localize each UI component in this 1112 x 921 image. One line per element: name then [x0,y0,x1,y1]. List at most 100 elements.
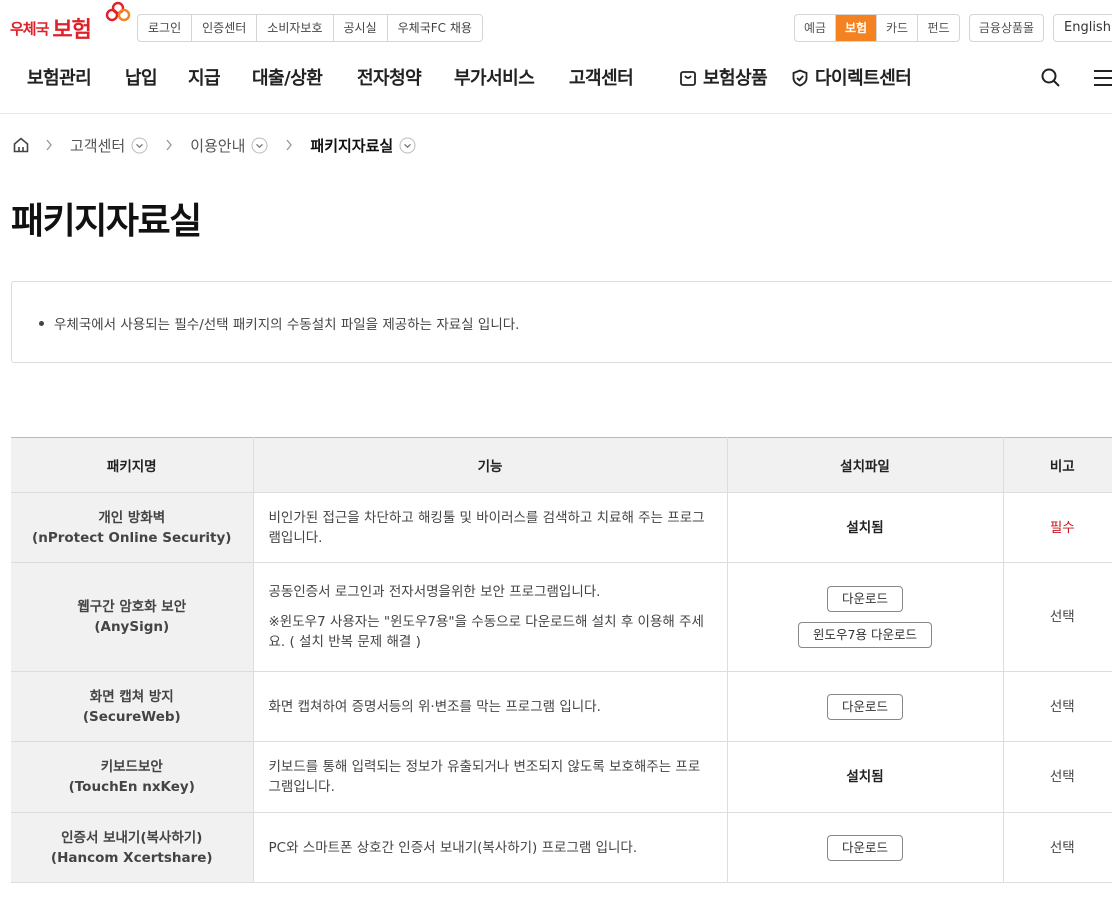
tab-insurance[interactable]: 보험 [836,15,877,41]
download-button[interactable]: 다운로드 [826,693,903,720]
consumer-protection-link[interactable]: 소비자보호 [257,15,334,41]
disclosure-link[interactable]: 공시실 [334,15,388,41]
function-text: 비인가된 접근을 차단하고 해킹툴 및 바이러스를 검색하고 치료해 주는 프로… [268,509,705,546]
page-title: 패키지자료실 [11,201,202,242]
function-text: 화면 캡쳐하여 증명서등의 위·변조를 막는 프로그램 입니다. [268,698,601,715]
header-package-name: 패키지명 [11,437,253,493]
breadcrumb-package-library[interactable]: 패키지자료실 [310,135,416,156]
home-icon[interactable] [12,136,30,154]
package-table: 패키지명 기능 설치파일 비고 개인 방화벽 (nProtect Online … [11,437,1112,883]
function-cell: 비인가된 접근을 차단하고 해킹툴 및 바이러스를 검색하고 치료해 주는 프로… [252,492,727,563]
nav-insurance-management[interactable]: 보험관리 [27,64,92,90]
download-button[interactable]: 다운로드 [826,586,903,612]
function-cell: 키보드를 통해 입력되는 정보가 유출되거나 변조되지 않도록 보호해주는 프로… [252,741,727,813]
login-link[interactable]: 로그인 [138,15,193,41]
financial-products-mall-button[interactable]: 금융상품몰 [969,14,1044,42]
install-cell: 설치됨 [726,741,1003,813]
install-cell: 다운로드 윈도우7용 다운로드 [726,562,1003,672]
breadcrumb: 고객센터 이용안내 패키지자료실 [12,134,432,156]
nav-direct-center-label: 다이렉트센터 [815,68,912,89]
nav-direct-center[interactable]: 다이렉트센터 [791,64,912,90]
install-cell: 다운로드 [726,671,1003,742]
top-utility-bar: 우체국 보험 로그인 인증센터 소비자보호 공시실 우체국FC 채용 예금 보험… [0,0,1112,54]
table-row: 웹구간 암호화 보안 (AnySign) 공동인증서 로그인과 전자서명을위한 … [11,562,1112,672]
note-cell: 선택 [1002,812,1112,883]
nav-e-application[interactable]: 전자청약 [357,64,422,90]
function-cell: PC와 스마트폰 상호간 인증서 보내기(복사하기) 프로그램 입니다. [252,812,727,883]
installed-status: 설치됨 [846,769,884,785]
install-cell: 다운로드 [726,812,1003,883]
fc-recruit-link[interactable]: 우체국FC 채용 [388,15,482,41]
required-badge: 필수 [1049,519,1075,536]
chevron-right-icon [286,139,293,151]
table-header-row: 패키지명 기능 설치파일 비고 [11,437,1112,493]
table-row: 인증서 보내기(복사하기) (Hancom Xcertshare) PC와 스마… [11,812,1112,883]
function-text: 공동인증서 로그인과 전자서명을위한 보안 프로그램입니다. [268,584,601,600]
package-product: (AnySign) [94,619,170,635]
function-cell: 공동인증서 로그인과 전자서명을위한 보안 프로그램입니다. ※윈도우7 사용자… [252,562,727,672]
chevron-down-icon[interactable] [399,137,416,154]
package-name-cell: 웹구간 암호화 보안 (AnySign) [11,562,253,672]
hamburger-menu-icon[interactable] [1094,68,1112,88]
table-row: 개인 방화벽 (nProtect Online Security) 비인가된 접… [11,492,1112,563]
shield-check-icon [792,69,808,87]
function-text: PC와 스마트폰 상호간 인증서 보내기(복사하기) 프로그램 입니다. [268,839,638,856]
breadcrumb-usage-guide[interactable]: 이용안내 [190,135,268,156]
tab-deposit[interactable]: 예금 [795,15,836,41]
table-row: 화면 캡쳐 방지 (SecureWeb) 화면 캡쳐하여 증명서등의 위·변조를… [11,671,1112,742]
package-product: (SecureWeb) [82,708,181,725]
package-product: (TouchEn nxKey) [68,779,195,795]
logo-flower-icon [105,1,131,22]
main-navigation: 보험관리 납입 지급 대출/상환 전자청약 부가서비스 고객센터 보험상품 다이… [0,54,1112,114]
download-buttons: 다운로드 윈도우7용 다운로드 [728,586,1003,648]
cert-center-link[interactable]: 인증센터 [192,15,258,41]
logo[interactable]: 우체국 보험 [10,1,131,44]
breadcrumb-label: 이용안내 [190,136,246,155]
package-name-cell: 개인 방화벽 (nProtect Online Security) [11,492,253,563]
logo-text-small: 우체국 [10,20,49,38]
tab-card[interactable]: 카드 [877,15,918,41]
shopping-bag-icon [680,71,696,86]
package-name-cell: 키보드보안 (TouchEn nxKey) [11,741,253,813]
package-product: (nProtect Online Security) [32,529,232,546]
nav-insurance-products[interactable]: 보험상품 [679,64,768,90]
function-cell: 화면 캡쳐하여 증명서등의 위·변조를 막는 프로그램 입니다. [252,671,727,742]
install-cell: 설치됨 [726,492,1003,563]
package-name: 개인 방화벽 [98,509,166,526]
business-tabs: 예금 보험 카드 펀드 [794,14,960,42]
nav-insurance-products-label: 보험상품 [703,68,768,89]
breadcrumb-customer-center[interactable]: 고객센터 [70,135,148,156]
note-cell: 선택 [1002,671,1112,742]
package-name: 화면 캡쳐 방지 [89,688,174,705]
nav-additional-services[interactable]: 부가서비스 [454,64,535,90]
utility-links: 로그인 인증센터 소비자보호 공시실 우체국FC 채용 [137,14,483,42]
search-icon[interactable] [1039,66,1063,90]
header-function: 기능 [252,437,727,493]
breadcrumb-label: 고객센터 [70,136,126,155]
header-note: 비고 [1002,437,1112,493]
chevron-right-icon [46,139,52,151]
package-name-cell: 화면 캡쳐 방지 (SecureWeb) [11,671,253,742]
note-cell: 선택 [1002,562,1112,672]
notice-text: 우체국에서 사용되는 필수/선택 패키지의 수동설치 파일을 제공하는 자료실 … [38,313,519,333]
nav-payment[interactable]: 납입 [125,64,158,90]
nav-loan[interactable]: 대출/상환 [252,64,323,90]
package-name: 인증서 보내기(복사하기) [61,829,203,846]
logo-text-big: 보험 [52,18,91,43]
function-note: ※윈도우7 사용자는 "윈도우7용"을 수동으로 다운로드해 설치 후 이용해 … [268,614,704,650]
download-win7-button[interactable]: 윈도우7용 다운로드 [798,622,932,648]
package-name-cell: 인증서 보내기(복사하기) (Hancom Xcertshare) [11,812,253,883]
english-button[interactable]: English [1053,14,1112,42]
chevron-right-icon [166,139,173,151]
function-text: 키보드를 통해 입력되는 정보가 유출되거나 변조되지 않도록 보호해주는 프로… [268,759,701,795]
nav-claim[interactable]: 지급 [188,64,221,90]
chevron-down-icon[interactable] [251,137,268,154]
download-button[interactable]: 다운로드 [826,834,903,861]
chevron-down-icon[interactable] [131,137,148,154]
package-name: 키보드보안 [100,759,163,775]
notice-box: 우체국에서 사용되는 필수/선택 패키지의 수동설치 파일을 제공하는 자료실 … [11,281,1112,363]
package-name: 웹구간 암호화 보안 [77,599,187,615]
tab-fund[interactable]: 펀드 [918,15,959,41]
package-product: (Hancom Xcertshare) [50,849,213,866]
nav-customer-center[interactable]: 고객센터 [569,64,634,90]
